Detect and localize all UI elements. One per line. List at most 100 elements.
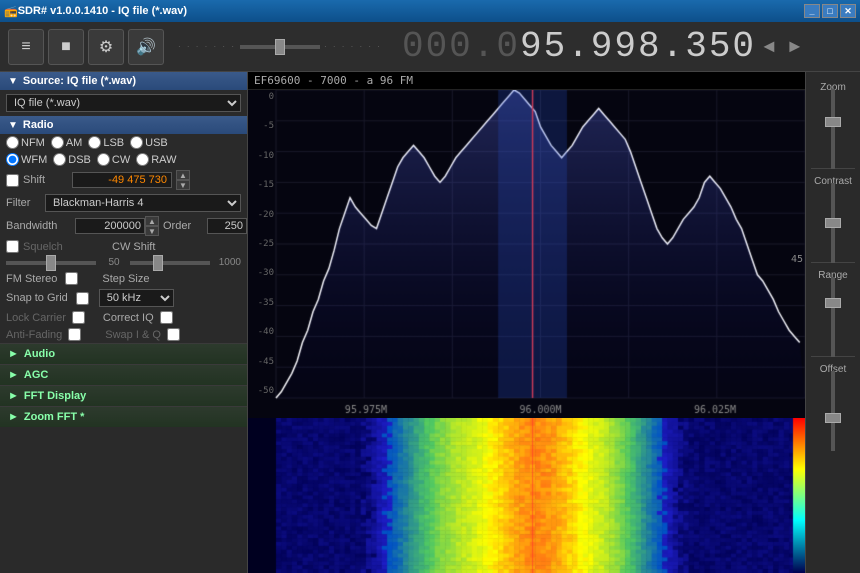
- shift-input[interactable]: [72, 172, 172, 188]
- squelch-val: 50: [100, 257, 120, 268]
- swap-iq-label: Swap I & Q: [105, 329, 161, 341]
- fft-section: ► FFT Display: [0, 385, 247, 406]
- fm-stereo-checkbox[interactable]: [65, 272, 78, 285]
- spectrum-panel: EF69600 - 7000 - a 96 FM 0 -5 -10 -15 -2…: [248, 72, 805, 573]
- shift-label: Shift: [23, 174, 68, 186]
- fft-arrow-icon: ►: [8, 390, 19, 402]
- scale-value: 45: [791, 254, 803, 265]
- squelch-slider-row: 50 1000: [0, 255, 247, 270]
- radio-label: Radio: [23, 119, 54, 131]
- spectrum-y-labels: 0 -5 -10 -15 -20 -25 -30 -35 -40 -45 -50: [248, 90, 276, 398]
- mode-group-row2: WFM DSB CW RAW: [0, 151, 247, 168]
- close-button[interactable]: ✕: [840, 4, 856, 18]
- mode-dsb[interactable]: DSB: [53, 153, 91, 166]
- snap-select[interactable]: 50 kHz: [99, 289, 174, 307]
- zoom-slider-section: Zoom: [806, 77, 860, 166]
- filter-row: Filter Blackman-Harris 4: [0, 192, 247, 214]
- audio-section: ► Audio: [0, 343, 247, 364]
- freq-slider-area: · · · · · · · · · · · · · ·: [178, 42, 382, 51]
- bandwidth-row: Bandwidth ▲ ▼ Order ▲ ▼: [0, 214, 247, 238]
- audio-arrow-icon: ►: [8, 348, 19, 360]
- mode-nfm[interactable]: NFM: [6, 136, 45, 149]
- anti-fading-checkbox[interactable]: [68, 328, 81, 341]
- mode-usb[interactable]: USB: [130, 136, 168, 149]
- zoom-fft-header[interactable]: ► Zoom FFT *: [0, 407, 247, 427]
- audio-label: Audio: [24, 348, 55, 360]
- mode-am[interactable]: AM: [51, 136, 83, 149]
- source-section-header[interactable]: ▼ Source: IQ file (*.wav): [0, 72, 247, 90]
- offset-slider[interactable]: [831, 371, 835, 451]
- audio-header[interactable]: ► Audio: [0, 344, 247, 364]
- title-bar: 📻 SDR# v1.0.0.1410 - IQ file (*.wav) _ □…: [0, 0, 860, 22]
- freq-up-button[interactable]: ►: [782, 36, 808, 57]
- settings-button[interactable]: ⚙: [88, 29, 124, 65]
- bandwidth-spinbox: ▲ ▼: [75, 216, 159, 236]
- cw-shift-slider[interactable]: [130, 261, 210, 265]
- filter-select[interactable]: Blackman-Harris 4: [45, 194, 241, 212]
- shift-row: Shift ▲ ▼: [0, 168, 247, 192]
- zoom-fft-section: ► Zoom FFT *: [0, 406, 247, 427]
- audio-button[interactable]: 🔊: [128, 29, 164, 65]
- antifading-swap-row: Anti-Fading Swap I & Q: [0, 326, 247, 343]
- frequency-display: 000.095.998.350: [402, 26, 756, 67]
- mode-cw[interactable]: CW: [97, 153, 130, 166]
- agc-arrow-icon: ►: [8, 369, 19, 381]
- range-slider[interactable]: [831, 277, 835, 357]
- mode-wfm[interactable]: WFM: [6, 153, 47, 166]
- freq-down-button[interactable]: ◄: [756, 36, 782, 57]
- correct-iq-label: Correct IQ: [103, 312, 154, 324]
- correct-iq-checkbox[interactable]: [160, 311, 173, 324]
- squelch-slider[interactable]: [6, 261, 96, 265]
- shift-up-btn[interactable]: ▲: [176, 170, 190, 180]
- contrast-slider-section: Contrast: [806, 171, 860, 260]
- app-icon: 📻: [4, 5, 18, 18]
- maximize-button[interactable]: □: [822, 4, 838, 18]
- waterfall-area[interactable]: [248, 418, 805, 573]
- toolbar: ≡ ■ ⚙ 🔊 · · · · · · · · · · · · · · 000.…: [0, 22, 860, 72]
- stop-button[interactable]: ■: [48, 29, 84, 65]
- waterfall-canvas: [248, 418, 805, 573]
- step-size-label: Step Size: [102, 273, 149, 285]
- bw-up-btn[interactable]: ▲: [145, 216, 159, 226]
- sliders-panel: Zoom Contrast Range Offset: [805, 72, 860, 573]
- agc-section: ► AGC: [0, 364, 247, 385]
- order-label: Order: [163, 220, 203, 232]
- spectrum-area[interactable]: 0 -5 -10 -15 -20 -25 -30 -35 -40 -45 -50…: [248, 90, 805, 418]
- fm-stereo-row: FM Stereo Step Size: [0, 270, 247, 287]
- slider-dots-left: · · · · · · ·: [178, 42, 236, 51]
- squelch-row: Squelch CW Shift: [0, 238, 247, 255]
- source-arrow-icon: ▼: [8, 76, 18, 87]
- freq-main-part: 95.998.350: [520, 26, 756, 67]
- snap-label: Snap to Grid: [6, 292, 68, 304]
- main-area: ▼ Source: IQ file (*.wav) IQ file (*.wav…: [0, 72, 860, 573]
- squelch-checkbox[interactable]: [6, 240, 19, 253]
- offset-slider-section: Offset: [806, 359, 860, 448]
- squelch-label: Squelch: [23, 241, 78, 253]
- lock-correct-row: Lock Carrier Correct IQ: [0, 309, 247, 326]
- mode-raw[interactable]: RAW: [136, 153, 176, 166]
- order-input[interactable]: [207, 218, 247, 234]
- source-select[interactable]: IQ file (*.wav): [6, 94, 241, 112]
- lock-carrier-checkbox[interactable]: [72, 311, 85, 324]
- freq-slider[interactable]: [240, 45, 320, 49]
- contrast-slider[interactable]: [831, 183, 835, 263]
- mode-group-row1: NFM AM LSB USB: [0, 134, 247, 151]
- menu-button[interactable]: ≡: [8, 29, 44, 65]
- agc-header[interactable]: ► AGC: [0, 365, 247, 385]
- bandwidth-label: Bandwidth: [6, 220, 71, 232]
- source-label: Source: IQ file (*.wav): [23, 75, 136, 87]
- zoom-fft-arrow-icon: ►: [8, 411, 19, 423]
- mode-lsb[interactable]: LSB: [88, 136, 124, 149]
- fft-header[interactable]: ► FFT Display: [0, 386, 247, 406]
- range-slider-section: Range: [806, 265, 860, 354]
- spectrum-canvas: [248, 90, 805, 418]
- zoom-slider[interactable]: [831, 89, 835, 169]
- snap-checkbox[interactable]: [76, 292, 89, 305]
- bw-down-btn[interactable]: ▼: [145, 226, 159, 236]
- bandwidth-input[interactable]: [75, 218, 145, 234]
- radio-section-header[interactable]: ▼ Radio: [0, 116, 247, 134]
- minimize-button[interactable]: _: [804, 4, 820, 18]
- shift-checkbox[interactable]: [6, 174, 19, 187]
- swap-iq-checkbox[interactable]: [167, 328, 180, 341]
- shift-down-btn[interactable]: ▼: [176, 180, 190, 190]
